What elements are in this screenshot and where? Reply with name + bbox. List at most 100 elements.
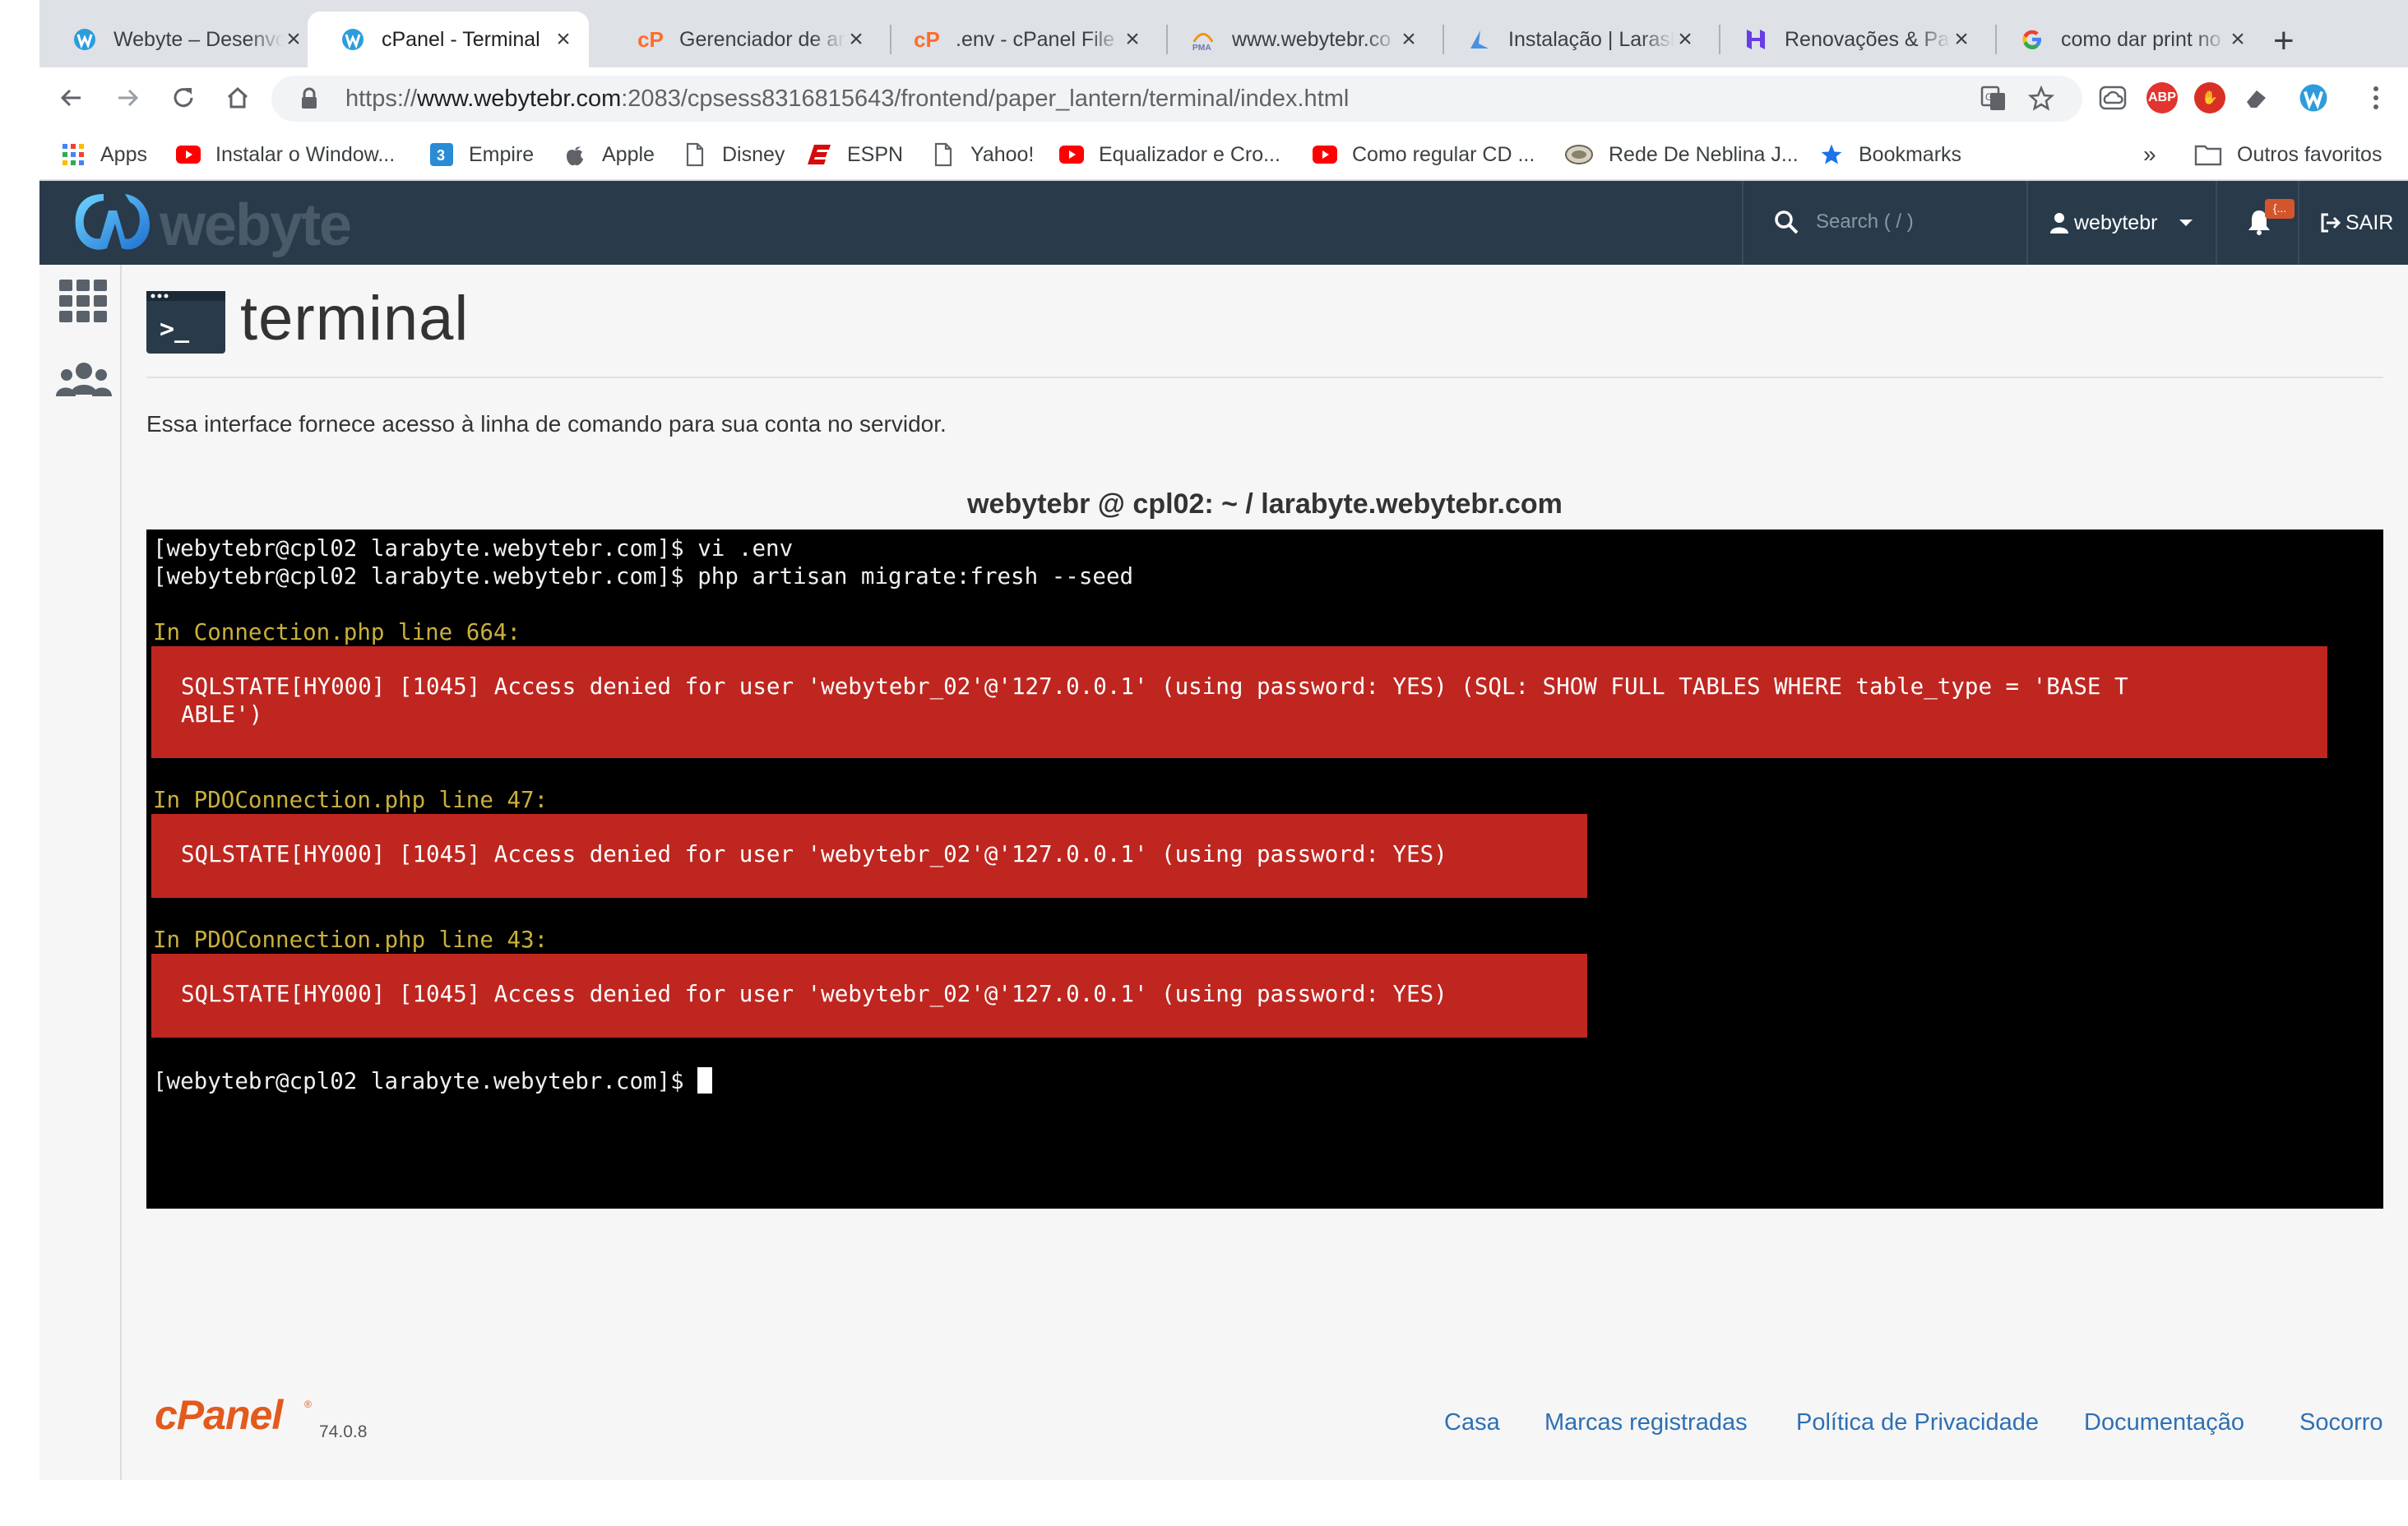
page-icon [683,142,707,167]
back-icon[interactable] [53,79,90,117]
error-message: SQLSTATE[HY000] [1045] Access denied for… [181,673,2128,700]
error-block: SQLSTATE[HY000] [1045] Access denied for… [151,646,2327,758]
tab-label: como dar print no [2061,27,2221,51]
cpanel-icon: cP [914,26,940,52]
tab-phpmyadmin[interactable]: PMA www.webytebr.co × [1158,12,1434,67]
apple-icon [563,142,587,167]
larashop-icon [1467,27,1492,52]
tab-renovacoes[interactable]: Renovações & Pag × [1711,12,1987,67]
terminal-cursor[interactable] [697,1067,713,1094]
tab-cpanel-terminal[interactable]: cPanel - Terminal × [308,12,589,67]
search-input[interactable] [1816,206,2013,238]
svg-text:>_: >_ [160,315,190,344]
forward-icon[interactable] [109,79,146,117]
tab-larashop[interactable]: Instalação | Larasl × [1434,12,1711,67]
close-tab-icon[interactable]: × [845,27,867,52]
phpmyadmin-icon: PMA [1191,27,1216,52]
lock-icon[interactable] [296,86,322,112]
notifications-button[interactable]: {... [2216,181,2298,265]
page-icon [931,142,956,167]
footer-link-politica-privacidade[interactable]: Política de Privacidade [1796,1409,2039,1436]
webyte-icon [340,27,365,52]
search-icon[interactable] [1773,209,1799,235]
logout-button[interactable]: SAIR [2298,181,2408,265]
webyte-logo[interactable]: webyte [71,187,416,258]
webyte-extension-icon[interactable] [2298,82,2329,113]
cpanel-page: webyte webytebr {... SAIR >_ [39,181,2408,1480]
star-icon[interactable] [2026,84,2056,113]
screen-left-margin [0,0,39,1526]
error-block: SQLSTATE[HY000] [1045] Access denied for… [151,814,1587,898]
svg-text:®: ® [304,1399,312,1410]
translate-icon[interactable]: G [1979,84,2008,113]
bookmarks-overflow-button[interactable]: » [2143,138,2156,171]
svg-text:cPanel: cPanel [155,1393,284,1438]
bookmark-disney[interactable]: Disney [683,138,785,171]
tab-file-manager[interactable]: cP Gerenciador de ar × [605,12,882,67]
tab-strip: Webyte – Desenvo × cPanel - Terminal × c… [39,0,2408,67]
cpanel-footer-logo[interactable]: cPanel ® [155,1392,316,1443]
youtube-icon [1313,142,1337,167]
hostinger-icon [1743,27,1768,52]
cpanel-icon: cP [637,26,664,52]
close-tab-icon[interactable]: × [1398,27,1419,52]
notification-badge: {... [2265,199,2295,219]
error-message: ABLE') [181,701,263,728]
eraser-icon[interactable] [2240,82,2271,113]
other-bookmarks-folder[interactable]: Outros favoritos [2194,138,2382,171]
bookmark-rede-de-neblina[interactable]: Rede De Neblina J... [1564,138,1799,171]
bookmark-bookmarks[interactable]: Bookmarks [1819,138,1961,171]
terminal-command-line: [webytebr@cpl02 larabyte.webytebr.com]$ … [153,563,1134,590]
terminal-command-line: [webytebr@cpl02 larabyte.webytebr.com]$ … [153,535,794,562]
terminal-window[interactable]: [webytebr@cpl02 larabyte.webytebr.com]$ … [146,529,2383,1209]
adblock-plus-icon[interactable]: ABP [2146,82,2178,113]
tab-label: .env - cPanel File [956,27,1115,51]
new-tab-button[interactable]: + [2273,18,2295,64]
close-tab-icon[interactable]: × [553,27,574,52]
svg-text:PMA: PMA [1192,44,1211,52]
footer-link-marcas-registradas[interactable]: Marcas registradas [1544,1409,1748,1436]
bookmark-equalizador[interactable]: Equalizador e Cro... [1059,138,1280,171]
cpanel-header: webyte webytebr {... SAIR [39,181,2408,265]
bookmark-apps[interactable]: Apps [61,138,147,171]
close-tab-icon[interactable]: × [283,27,304,52]
close-tab-icon[interactable]: × [1951,27,1972,52]
address-bar[interactable]: https://www.webytebr.com:2083/cpsess8316… [271,76,2082,122]
username: webytebr [2074,210,2158,234]
error-message: SQLSTATE[HY000] [1045] Access denied for… [181,981,1447,1007]
footer-link-casa[interactable]: Casa [1444,1409,1500,1436]
footer-link-documentacao[interactable]: Documentação [2084,1409,2244,1436]
close-tab-icon[interactable]: × [1674,27,1696,52]
tab-google-search[interactable]: como dar print no × [1987,12,2263,67]
tab-label: Webyte – Desenvo [113,27,283,51]
bookmark-espn[interactable]: ESPN [808,138,903,171]
fog-icon [1564,142,1594,167]
tab-webyte[interactable]: Webyte – Desenvo × [39,12,319,67]
apps-grid-icon[interactable] [59,280,107,326]
user-menu[interactable]: webytebr [2026,181,2216,265]
bookmark-como-regular-cd[interactable]: Como regular CD ... [1313,138,1535,171]
tab-label: cPanel - Terminal [382,27,540,51]
close-tab-icon[interactable]: × [2227,27,2248,52]
terminal-app-icon: >_ [146,291,225,354]
page-description: Essa interface fornece acesso à linha de… [146,411,947,437]
users-icon[interactable] [54,362,113,404]
bookmark-instalar-windows[interactable]: Instalar o Window... [176,138,395,171]
url-text[interactable]: https://www.webytebr.com:2083/cpsess8316… [345,86,1349,113]
hand-stop-icon[interactable]: ✋ [2194,82,2225,113]
bookmark-yahoo[interactable]: Yahoo! [931,138,1034,171]
browser-menu-icon[interactable] [2357,79,2395,117]
bookmark-empire[interactable]: 3 Empire [429,138,534,171]
youtube-icon [1059,142,1084,167]
close-tab-icon[interactable]: × [1122,27,1143,52]
footer-link-socorro[interactable]: Socorro [2299,1409,2383,1436]
tab-env-file[interactable]: cP .env - cPanel File × [882,12,1158,67]
terminal-prompt: [webytebr@cpl02 larabyte.webytebr.com]$ [153,1068,698,1094]
tab-label: www.webytebr.co [1232,27,1392,51]
cloud-extension-icon[interactable] [2097,82,2128,113]
bookmark-apple[interactable]: Apple [563,138,655,171]
terminal-title: webytebr @ cpl02: ~ / larabyte.webytebr.… [967,488,1563,520]
reload-icon[interactable] [164,79,202,117]
svg-text:3: 3 [437,147,445,164]
home-icon[interactable] [219,79,257,117]
